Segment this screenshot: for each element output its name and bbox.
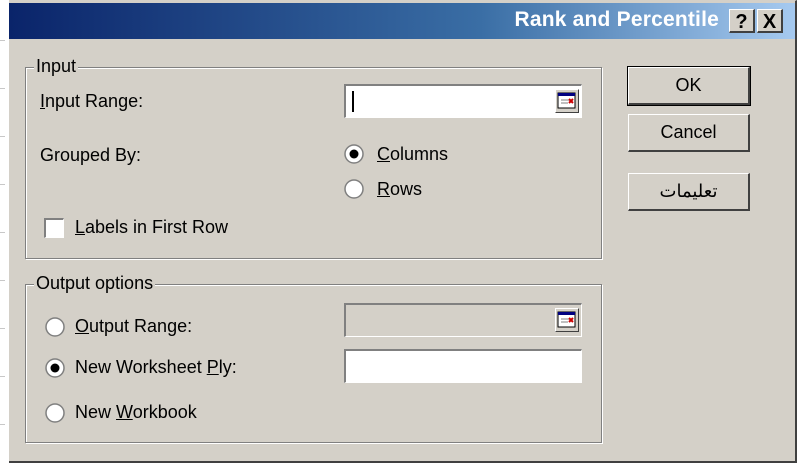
new-worksheet-ply-radio[interactable]: [45, 358, 65, 378]
input-range-label-text: nput Range:: [45, 91, 144, 111]
columns-radio[interactable]: [344, 144, 364, 164]
grouped-by-label: Grouped By:: [40, 145, 142, 165]
cancel-button[interactable]: Cancel: [628, 114, 750, 152]
input-range-label: Input Range:: [40, 91, 144, 111]
new-workbook-label[interactable]: New Workbook: [75, 402, 197, 423]
output-range-radio[interactable]: [45, 317, 65, 337]
dialog-title: Rank and Percentile: [514, 8, 719, 31]
new-worksheet-ply-field[interactable]: [344, 349, 582, 383]
new-worksheet-ply-label[interactable]: New Worksheet Ply:: [75, 357, 237, 378]
columns-label[interactable]: Columns: [377, 144, 448, 165]
collapse-dialog-icon[interactable]: [555, 89, 579, 113]
input-range-field[interactable]: [344, 84, 582, 118]
labels-in-first-row-label[interactable]: Labels in First Row: [75, 217, 228, 238]
output-range-field[interactable]: [344, 303, 582, 337]
rows-label[interactable]: Rows: [377, 179, 422, 200]
collapse-dialog-icon[interactable]: [555, 308, 579, 332]
help-button[interactable]: تعليمات: [628, 173, 750, 211]
rank-and-percentile-dialog: Rank and Percentile ? X Input Input Rang…: [0, 0, 797, 463]
help-question-button[interactable]: ?: [729, 9, 755, 33]
rows-radio[interactable]: [344, 179, 364, 199]
labels-in-first-row-checkbox[interactable]: [44, 218, 64, 238]
dialog-body: Rank and Percentile ? X Input Input Rang…: [9, 0, 797, 463]
input-group-legend: Input: [34, 56, 79, 77]
text-caret: [352, 91, 354, 112]
new-workbook-radio[interactable]: [45, 403, 65, 423]
close-button[interactable]: X: [757, 9, 783, 33]
output-range-label[interactable]: Output Range:: [75, 316, 192, 337]
output-options-legend: Output options: [34, 273, 156, 294]
title-bar[interactable]: Rank and Percentile ? X: [9, 3, 795, 39]
ok-button[interactable]: OK: [627, 66, 751, 106]
